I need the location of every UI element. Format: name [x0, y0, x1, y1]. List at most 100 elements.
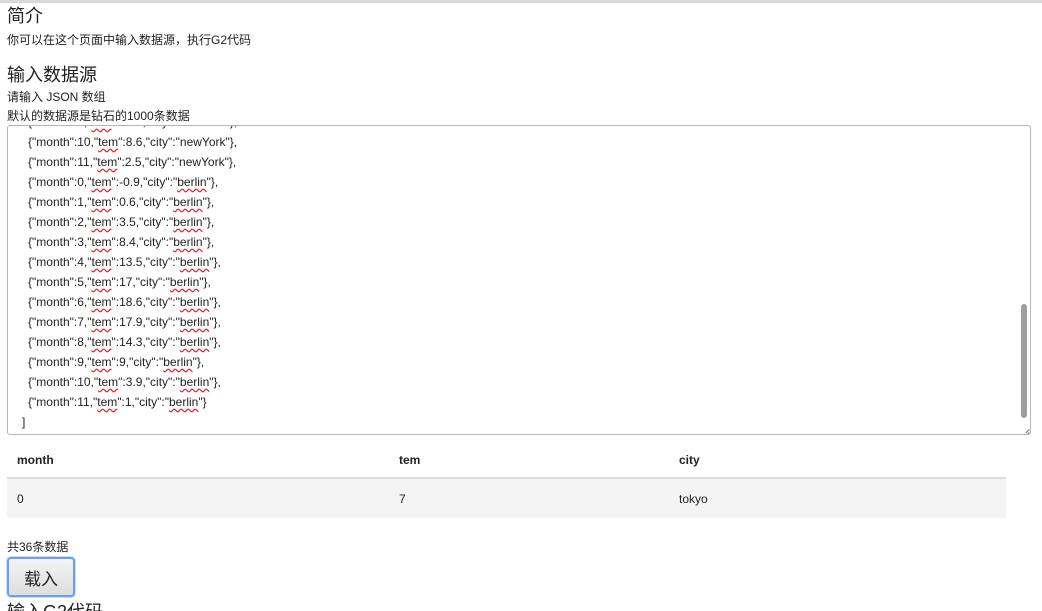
json-code-content: {"month":9,"tem":13.2,"city":"newYork"},…: [8, 126, 1030, 432]
code-token: tem: [91, 195, 112, 209]
code-line: {"month":0,"tem":-0.9,"city":"berlin"},: [28, 172, 1030, 192]
code-token: berlin: [179, 255, 210, 269]
code-token: "},: [209, 315, 221, 329]
code-token: {"month":4,": [28, 255, 92, 269]
code-token: tem: [91, 295, 112, 309]
cell-tem: 7: [389, 478, 669, 518]
code-token: tem: [91, 235, 112, 249]
code-line: {"month":9,"tem":9,"city":"berlin"},: [28, 352, 1030, 372]
code-line: {"month":1,"tem":0.6,"city":"berlin"},: [28, 192, 1030, 212]
datasource-hint: 请输入 JSON 数组: [7, 90, 106, 104]
code-token: "},: [209, 335, 221, 349]
code-line: {"month":11,"tem":2.5,"city":"newYork"},: [28, 152, 1030, 172]
code-token: tem: [91, 215, 112, 229]
code-line: {"month":10,"tem":8.6,"city":"newYork"},: [28, 132, 1030, 152]
code-line: {"month":11,"tem":1,"city":"berlin"}: [28, 392, 1030, 412]
code-line: {"month":6,"tem":18.6,"city":"berlin"},: [28, 292, 1030, 312]
code-token: "},: [206, 175, 219, 189]
code-token: "},: [192, 355, 205, 369]
code-token: ":17.9,"city":": [111, 315, 180, 329]
column-header-month: month: [7, 443, 389, 479]
code-line: {"month":9,"tem":13.2,"city":"newYork"},: [28, 126, 1030, 132]
page: 简介 你可以在这个页面中输入数据源，执行G2代码 输入数据源 请输入 JSON …: [0, 0, 1042, 611]
load-button[interactable]: 载入: [7, 557, 75, 597]
datasource-default-note: 默认的数据源是钻石的1000条数据: [7, 109, 190, 123]
code-token: {"month":3,": [28, 235, 92, 249]
code-token: "}: [198, 395, 207, 409]
code-token: ":14.3,"city":": [111, 335, 180, 349]
code-token: berlin: [179, 315, 210, 329]
code-token: ":18.6,"city":": [111, 295, 180, 309]
code-token: berlin: [177, 175, 207, 189]
code-token: "},: [209, 375, 221, 389]
json-data-textarea[interactable]: {"month":9,"tem":13.2,"city":"newYork"},…: [7, 125, 1031, 435]
code-line: {"month":2,"tem":3.5,"city":"berlin"},: [28, 212, 1030, 232]
code-token: {"month":9,": [28, 355, 92, 369]
code-token: {"month":9,": [28, 126, 91, 129]
code-token: tem: [98, 135, 119, 149]
code-token: "},: [209, 295, 221, 309]
g2-code-heading: 输入G2代码: [7, 600, 1042, 611]
code-token: {"month":11,": [28, 395, 98, 409]
code-token: ":-0.9,"city":": [111, 175, 178, 189]
code-token: ":8.6,"city":": [118, 135, 180, 149]
column-header-tem: tem: [389, 443, 669, 479]
code-token: {"month":11,": [28, 155, 98, 169]
code-token: tem: [91, 275, 112, 289]
code-line: {"month":3,"tem":8.4,"city":"berlin"},: [28, 232, 1030, 252]
code-token: berlin: [173, 215, 203, 229]
code-token: "},: [202, 235, 215, 249]
code-token: {"month":10,": [28, 135, 99, 149]
code-token: ":13.5,"city":": [111, 255, 180, 269]
code-token: "},: [226, 126, 238, 129]
table-header-row: month tem city: [7, 443, 1006, 479]
record-count: 共36条数据: [7, 540, 69, 554]
code-token: tem: [91, 355, 112, 369]
data-preview-table: month tem city 0 7 tokyo: [7, 443, 1006, 518]
code-token: newYork: [179, 135, 226, 149]
code-token: "},: [202, 215, 215, 229]
code-token: ":8.4,"city":": [111, 235, 174, 249]
code-token: berlin: [163, 355, 193, 369]
code-token: tem: [91, 315, 112, 329]
code-closing-bracket: ]: [22, 415, 26, 429]
cell-month: 0: [7, 478, 389, 518]
textarea-scrollbar-thumb[interactable]: [1021, 304, 1027, 418]
code-token: "},: [202, 195, 215, 209]
intro-heading: 简介: [7, 6, 43, 26]
cell-city: tokyo: [669, 478, 1006, 518]
code-token: {"month":0,": [28, 175, 92, 189]
code-line: {"month":7,"tem":17.9,"city":"berlin"},: [28, 312, 1030, 332]
code-token: {"month":2,": [28, 215, 92, 229]
code-token: tem: [97, 395, 118, 409]
code-token: "},: [224, 155, 237, 169]
textarea-resize-handle[interactable]: [1021, 425, 1029, 433]
code-token: berlin: [173, 195, 203, 209]
code-token: berlin: [179, 295, 210, 309]
code-token: {"month":6,": [28, 295, 92, 309]
code-token: berlin: [169, 275, 200, 289]
code-line: {"month":8,"tem":14.3,"city":"berlin"},: [28, 332, 1030, 352]
intro-description: 你可以在这个页面中输入数据源，执行G2代码: [7, 33, 252, 47]
code-token: berlin: [169, 395, 199, 409]
code-token: tem: [91, 126, 111, 129]
code-token: ":3.5,"city":": [111, 215, 174, 229]
code-token: berlin: [173, 235, 203, 249]
column-header-city: city: [669, 443, 1006, 479]
code-token: {"month":5,": [28, 275, 92, 289]
code-token: tem: [91, 175, 112, 189]
code-token: {"month":8,": [28, 335, 92, 349]
code-token: "},: [209, 255, 221, 269]
code-token: {"month":7,": [28, 315, 92, 329]
code-token: ":1,"city":": [117, 395, 169, 409]
table-row: 0 7 tokyo: [7, 478, 1006, 518]
code-token: tem: [98, 375, 119, 389]
code-token: tem: [91, 335, 112, 349]
code-line: {"month":4,"tem":13.5,"city":"berlin"},: [28, 252, 1030, 272]
code-token: ":9,"city":": [111, 355, 164, 369]
code-token: ":3.9,"city":": [118, 375, 180, 389]
code-token: tem: [97, 155, 118, 169]
code-line: {"month":5,"tem":17,"city":"berlin"},: [28, 272, 1030, 292]
code-token: berlin: [179, 335, 210, 349]
datasource-heading: 输入数据源: [7, 65, 97, 85]
